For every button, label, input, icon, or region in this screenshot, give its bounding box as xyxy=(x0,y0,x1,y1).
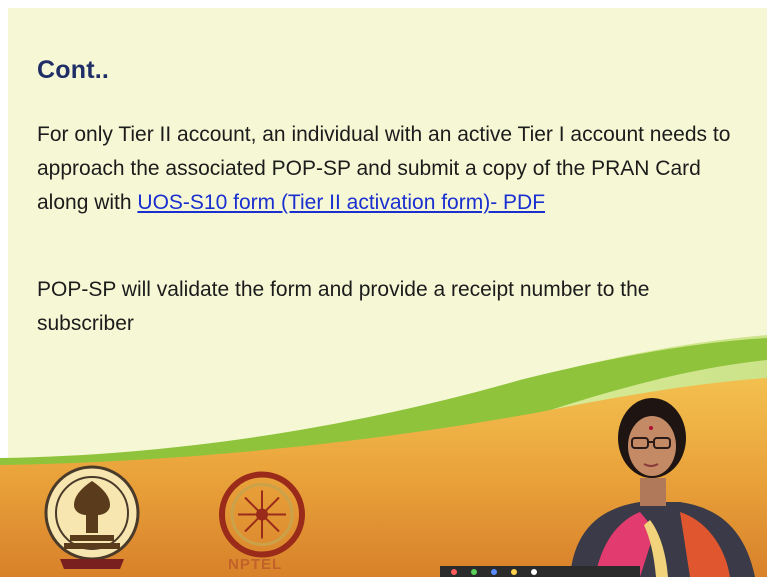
uos-s10-form-link[interactable]: UOS-S10 form (Tier II activation form)- … xyxy=(137,191,545,214)
nptel-label: NPTEL xyxy=(228,556,283,573)
slide-title: Cont.. xyxy=(37,56,110,84)
annotation-toolbar-strip xyxy=(440,566,640,577)
slide-frame: Cont.. For only Tier II account, an indi… xyxy=(0,0,767,577)
iit-kharagpur-emblem-icon xyxy=(44,465,140,569)
top-border xyxy=(0,0,767,8)
paragraph-tier2: For only Tier II account, an individual … xyxy=(37,118,752,220)
presenter-video xyxy=(570,398,755,577)
